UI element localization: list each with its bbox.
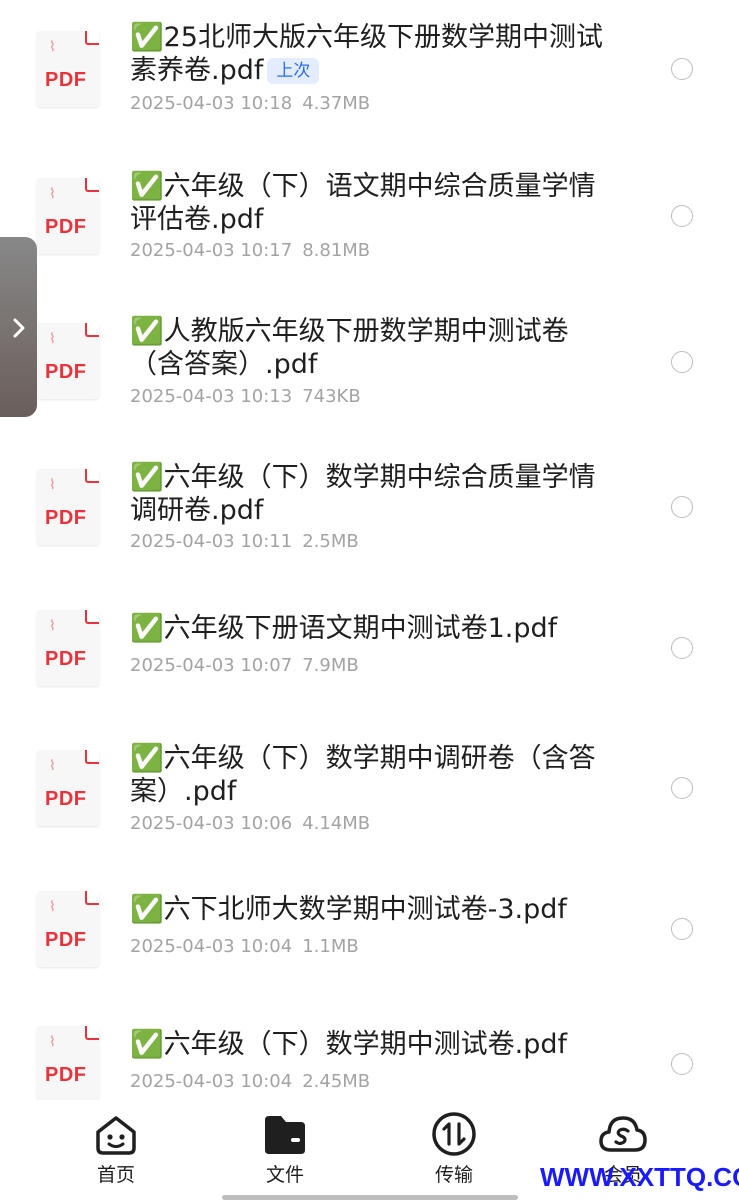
file-name[interactable]: ✅六年级（下）数学期中测试卷.pdf: [130, 1028, 610, 1061]
file-name-text: ✅人教版六年级下册数学期中测试卷（含答案）.pdf: [130, 316, 569, 380]
select-radio[interactable]: [671, 58, 693, 80]
last-opened-badge: 上次: [267, 58, 320, 84]
pdf-file-icon: ⌇ PDF: [37, 178, 99, 254]
file-meta: 2025-04-03 10:11 2.5MB: [130, 531, 359, 552]
tab-files-label: 文件: [265, 1164, 304, 1186]
file-name[interactable]: ✅六年级（下）数学期中调研卷（含答案）.pdf: [130, 742, 610, 808]
tab-files[interactable]: 文件: [230, 1110, 340, 1187]
acrobat-icon: ⌇: [49, 618, 56, 634]
select-radio[interactable]: [671, 637, 693, 659]
tab-home[interactable]: 首页: [61, 1110, 171, 1187]
select-radio[interactable]: [671, 777, 693, 799]
file-size: 2.5MB: [302, 531, 359, 552]
file-meta: 2025-04-03 10:13 743KB: [130, 386, 361, 407]
smiley-face-icon: [96, 1116, 136, 1155]
pdf-file-icon: ⌇ PDF: [37, 323, 99, 399]
file-size: 2.45MB: [302, 1071, 371, 1092]
file-size: 1.1MB: [302, 936, 359, 957]
acrobat-icon: ⌇: [49, 1034, 56, 1050]
tab-home-label: 首页: [96, 1164, 135, 1186]
file-name[interactable]: ✅六下北师大数学期中测试卷-3.pdf: [130, 893, 610, 926]
file-name[interactable]: ✅人教版六年级下册数学期中测试卷（含答案）.pdf: [130, 315, 610, 381]
file-meta: 2025-04-03 10:04 1.1MB: [130, 936, 359, 957]
pdf-file-icon: ⌇ PDF: [37, 31, 99, 107]
acrobat-icon: ⌇: [49, 186, 56, 202]
acrobat-icon: ⌇: [49, 39, 56, 55]
pdf-icon-label: PDF: [45, 929, 87, 951]
pdf-icon-label: PDF: [45, 1064, 87, 1086]
file-name[interactable]: ✅六年级下册语文期中测试卷1.pdf: [130, 612, 610, 645]
file-name-text: ✅六年级下册语文期中测试卷1.pdf: [130, 613, 558, 644]
file-meta: 2025-04-03 10:04 2.45MB: [130, 1071, 370, 1092]
acrobat-icon: ⌇: [49, 477, 56, 493]
acrobat-icon: ⌇: [49, 331, 56, 347]
pdf-file-icon: ⌇ PDF: [37, 750, 99, 826]
pdf-icon-label: PDF: [45, 216, 87, 238]
file-date: 2025-04-03 10:04: [130, 1071, 293, 1092]
file-size: 4.14MB: [302, 813, 371, 834]
file-date: 2025-04-03 10:07: [130, 655, 293, 676]
file-size: 4.37MB: [302, 93, 371, 114]
chevron-right-icon: [13, 318, 25, 338]
file-name[interactable]: ✅六年级（下）语文期中综合质量学情评估卷.pdf: [130, 170, 610, 236]
home-indicator[interactable]: [222, 1195, 518, 1200]
file-date: 2025-04-03 10:18: [130, 93, 293, 114]
file-name[interactable]: ✅六年级（下）数学期中综合质量学情调研卷.pdf: [130, 461, 610, 527]
file-name-text: ✅25北师大版六年级下册数学期中测试素养卷.pdf: [130, 22, 603, 86]
file-date: 2025-04-03 10:13: [130, 386, 293, 407]
pdf-icon-label: PDF: [45, 788, 87, 810]
file-meta: 2025-04-03 10:06 4.14MB: [130, 813, 370, 834]
file-meta: 2025-04-03 10:17 8.81MB: [130, 240, 370, 261]
file-name-text: ✅六年级（下）数学期中测试卷.pdf: [130, 1029, 567, 1060]
folder-icon: [265, 1116, 305, 1154]
file-name-text: ✅六年级（下）数学期中调研卷（含答案）.pdf: [130, 743, 596, 807]
select-radio[interactable]: [671, 1053, 693, 1075]
file-date: 2025-04-03 10:17: [130, 240, 293, 261]
file-meta: 2025-04-03 10:07 7.9MB: [130, 655, 359, 676]
file-name[interactable]: ✅25北师大版六年级下册数学期中测试素养卷.pdf 上次: [130, 21, 610, 87]
file-name-text: ✅六下北师大数学期中测试卷-3.pdf: [130, 894, 567, 925]
transfer-arrows-icon: [432, 1112, 476, 1156]
file-size: 7.9MB: [302, 655, 359, 676]
side-drawer-tab[interactable]: [0, 237, 37, 417]
file-name-text: ✅六年级（下）语文期中综合质量学情评估卷.pdf: [130, 171, 596, 235]
file-name-text: ✅六年级（下）数学期中综合质量学情调研卷.pdf: [130, 462, 596, 526]
pdf-icon-label: PDF: [45, 361, 87, 383]
select-radio[interactable]: [671, 496, 693, 518]
pdf-file-icon: ⌇ PDF: [37, 1026, 99, 1100]
pdf-icon-label: PDF: [45, 69, 87, 91]
file-list: ⌇ PDF ✅25北师大版六年级下册数学期中测试素养卷.pdf 上次 2025-0…: [0, 0, 739, 1100]
file-size: 8.81MB: [302, 240, 371, 261]
select-radio[interactable]: [671, 918, 693, 940]
file-size: 743KB: [302, 386, 361, 407]
file-meta: 2025-04-03 10:18 4.37MB: [130, 93, 370, 114]
cloud-s-icon: [599, 1116, 647, 1152]
file-date: 2025-04-03 10:11: [130, 531, 293, 552]
acrobat-icon: ⌇: [49, 758, 56, 774]
pdf-icon-label: PDF: [45, 507, 87, 529]
pdf-icon-label: PDF: [45, 648, 87, 670]
tab-transfer-label: 传输: [434, 1164, 473, 1186]
pdf-file-icon: ⌇ PDF: [37, 610, 99, 686]
pdf-file-icon: ⌇ PDF: [37, 891, 99, 967]
select-radio[interactable]: [671, 351, 693, 373]
site-watermark: WWW.XXTTQ.COM: [540, 1162, 739, 1192]
select-radio[interactable]: [671, 205, 693, 227]
tab-transfer[interactable]: 传输: [399, 1110, 509, 1187]
acrobat-icon: ⌇: [49, 899, 56, 915]
file-date: 2025-04-03 10:06: [130, 813, 293, 834]
file-date: 2025-04-03 10:04: [130, 936, 293, 957]
pdf-file-icon: ⌇ PDF: [37, 469, 99, 545]
